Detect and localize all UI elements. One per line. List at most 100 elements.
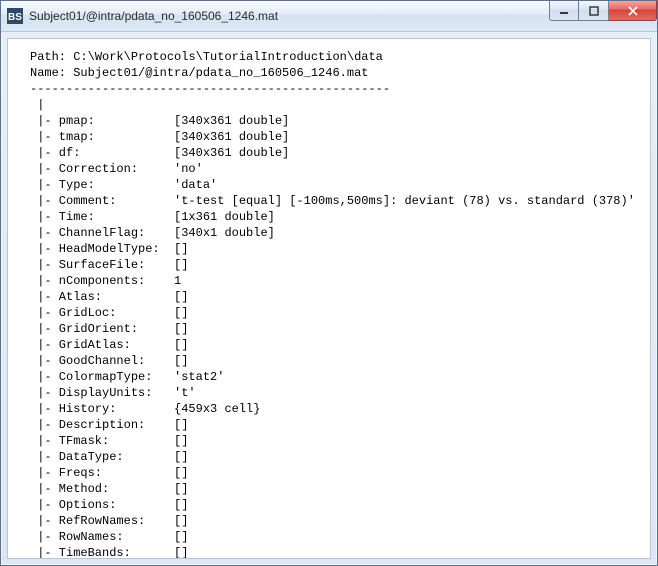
maximize-button[interactable] [579, 1, 609, 21]
field-row: |- HeadModelType: [] [30, 242, 188, 256]
tree-root: | [37, 98, 44, 112]
field-value: [340x1 double] [174, 226, 275, 240]
field-row: |- GridOrient: [] [30, 322, 188, 336]
field-row: |- nComponents: 1 [30, 274, 181, 288]
app-window: BS Subject01/@intra/pdata_no_160506_1246… [0, 0, 658, 566]
field-value: [] [174, 418, 188, 432]
field-value: [340x361 double] [174, 130, 289, 144]
field-value: [] [174, 514, 188, 528]
client-area[interactable]: Path: C:\Work\Protocols\TutorialIntroduc… [7, 38, 651, 559]
field-value: [] [174, 322, 188, 336]
field-row: |- GridAtlas: [] [30, 338, 188, 352]
field-name: |- ColormapType: [30, 370, 174, 384]
field-row: |- GridLoc: [] [30, 306, 188, 320]
field-row: |- SurfaceFile: [] [30, 258, 188, 272]
name-value: Subject01/@intra/pdata_no_160506_1246.ma… [73, 66, 368, 80]
field-row: |- pmap: [340x361 double] [30, 114, 289, 128]
field-row: |- RefRowNames: [] [30, 514, 188, 528]
field-name: |- DisplayUnits: [30, 386, 174, 400]
field-row: |- df: [340x361 double] [30, 146, 289, 160]
path-value: C:\Work\Protocols\TutorialIntroduction\d… [73, 50, 383, 64]
path-label: Path: [30, 50, 66, 64]
field-name: |- GridOrient: [30, 322, 174, 336]
field-value: [] [174, 434, 188, 448]
field-value: [340x361 double] [174, 114, 289, 128]
field-name: |- History: [30, 402, 174, 416]
field-value: 1 [174, 274, 181, 288]
field-name: |- Type: [30, 178, 174, 192]
field-value: [] [174, 530, 188, 544]
field-name: |- Freqs: [30, 466, 174, 480]
window-title: Subject01/@intra/pdata_no_160506_1246.ma… [29, 9, 549, 23]
close-icon [627, 6, 639, 16]
field-row: |- RowNames: [] [30, 530, 188, 544]
field-value: 't-test [equal] [-100ms,500ms]: deviant … [174, 194, 635, 208]
close-button[interactable] [609, 1, 657, 21]
field-row: |- Method: [] [30, 482, 188, 496]
field-value: {459x3 cell} [174, 402, 260, 416]
field-value: [] [174, 242, 188, 256]
app-icon: BS [7, 8, 23, 24]
field-value: [] [174, 498, 188, 512]
field-value: [] [174, 306, 188, 320]
field-row: |- TimeBands: [] [30, 546, 188, 559]
titlebar[interactable]: BS Subject01/@intra/pdata_no_160506_1246… [1, 1, 657, 32]
field-row: |- Atlas: [] [30, 290, 188, 304]
name-label: Name: [30, 66, 66, 80]
window-controls [549, 1, 657, 21]
field-value: [] [174, 258, 188, 272]
field-name: |- Atlas: [30, 290, 174, 304]
app-icon-label: BS [8, 12, 22, 23]
field-row: |- GoodChannel: [] [30, 354, 188, 368]
field-row: |- ChannelFlag: [340x1 double] [30, 226, 275, 240]
field-name: |- Time: [30, 210, 174, 224]
field-value: [] [174, 354, 188, 368]
minimize-button[interactable] [549, 1, 579, 21]
field-value: 'stat2' [174, 370, 224, 384]
field-name: |- HeadModelType: [30, 242, 174, 256]
field-name: |- Description: [30, 418, 174, 432]
field-name: |- pmap: [30, 114, 174, 128]
field-value: [] [174, 450, 188, 464]
field-row: |- ColormapType: 'stat2' [30, 370, 224, 384]
field-value: [340x361 double] [174, 146, 289, 160]
field-row: |- Time: [1x361 double] [30, 210, 275, 224]
field-name: |- GoodChannel: [30, 354, 174, 368]
field-row: |- Comment: 't-test [equal] [-100ms,500m… [30, 194, 635, 208]
field-row: |- Freqs: [] [30, 466, 188, 480]
field-row: |- DataType: [] [30, 450, 188, 464]
field-value: [] [174, 338, 188, 352]
field-name: |- RowNames: [30, 530, 174, 544]
field-row: |- tmap: [340x361 double] [30, 130, 289, 144]
field-value: 'no' [174, 162, 203, 176]
field-name: |- df: [30, 146, 174, 160]
field-name: |- TimeBands: [30, 546, 174, 559]
field-row: |- DisplayUnits: 't' [30, 386, 196, 400]
field-name: |- Options: [30, 498, 174, 512]
field-name: |- TFmask: [30, 434, 174, 448]
field-name: |- Comment: [30, 194, 174, 208]
field-row: |- TFmask: [] [30, 434, 188, 448]
field-value: [] [174, 466, 188, 480]
field-row: |- Options: [] [30, 498, 188, 512]
field-name: |- Method: [30, 482, 174, 496]
field-name: |- RefRowNames: [30, 514, 174, 528]
field-name: |- Correction: [30, 162, 174, 176]
field-row: |- Type: 'data' [30, 178, 217, 192]
field-row: |- Description: [] [30, 418, 188, 432]
field-name: |- SurfaceFile: [30, 258, 174, 272]
separator-line: ----------------------------------------… [30, 82, 390, 96]
field-row: |- Correction: 'no' [30, 162, 203, 176]
field-name: |- ChannelFlag: [30, 226, 174, 240]
field-value: [] [174, 482, 188, 496]
field-name: |- tmap: [30, 130, 174, 144]
field-value: [1x361 double] [174, 210, 275, 224]
maximize-icon [589, 6, 599, 16]
struct-viewer: Path: C:\Work\Protocols\TutorialIntroduc… [8, 39, 650, 559]
field-name: |- DataType: [30, 450, 174, 464]
field-value: 'data' [174, 178, 217, 192]
field-value: [] [174, 546, 188, 559]
field-value: 't' [174, 386, 196, 400]
field-row: |- History: {459x3 cell} [30, 402, 260, 416]
field-name: |- GridLoc: [30, 306, 174, 320]
